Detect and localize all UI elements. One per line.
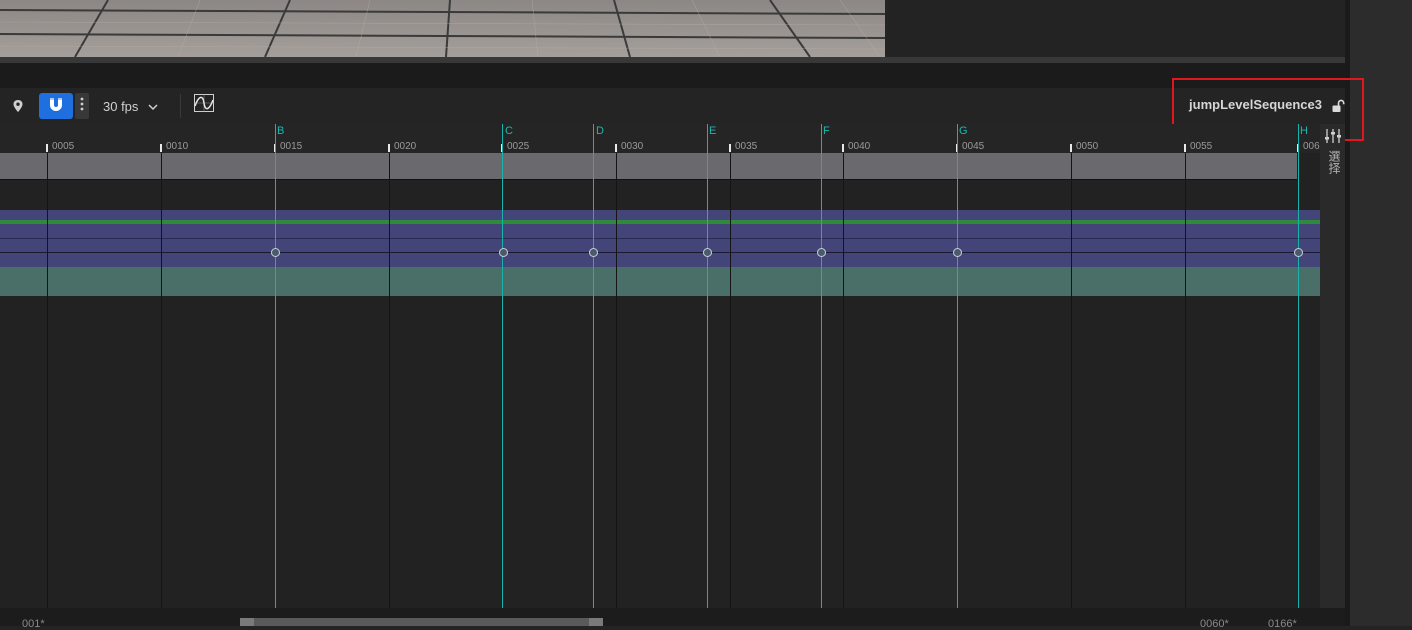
marker-label[interactable]: B: [277, 125, 284, 137]
track-section-location[interactable]: [0, 224, 1320, 239]
tick-label: 006: [1303, 141, 1320, 152]
key-curve-line: [0, 252, 1320, 253]
tick-label: 0040: [848, 141, 871, 152]
scrollbar-right-handle[interactable]: [589, 618, 603, 626]
range-total-label[interactable]: 0166*: [1268, 618, 1297, 630]
track-section-transform[interactable]: [0, 210, 1320, 220]
marker-line[interactable]: [1298, 124, 1299, 608]
grid-line: [843, 153, 844, 608]
tick-label: 0035: [735, 141, 758, 152]
time-ruler[interactable]: 0005 0010 0015 0020 0025 0030 0035 0040 …: [0, 124, 1320, 153]
tick-label: 0045: [962, 141, 985, 152]
marker-label[interactable]: C: [505, 125, 513, 137]
marker-label[interactable]: G: [959, 125, 968, 137]
selection-tab-label[interactable]: 選择: [1326, 150, 1343, 174]
tick-label: 0055: [1190, 141, 1213, 152]
keyframe[interactable]: [1294, 248, 1303, 257]
unlock-icon[interactable]: [1328, 96, 1348, 116]
grid-line: [730, 153, 731, 608]
tick-mark: [1070, 144, 1072, 152]
tick-mark: [1184, 144, 1186, 152]
marker-line[interactable]: [502, 124, 503, 608]
curve-editor-button[interactable]: [193, 93, 215, 117]
tick-mark: [615, 144, 617, 152]
keyframe[interactable]: [953, 248, 962, 257]
view-range-bar: 001* 0060* 0166*: [0, 608, 1345, 630]
track-section-main[interactable]: [0, 153, 1297, 180]
panel-gap: [0, 63, 1345, 88]
marker-line[interactable]: [275, 124, 276, 608]
sequencer-toolbar: 30 fps jumpLevelSequence3: [0, 88, 1345, 124]
track-section-animation[interactable]: [0, 267, 1320, 296]
magnet-icon: [48, 96, 64, 117]
frame-rate-dropdown[interactable]: 30 fps: [98, 93, 162, 119]
toolbar-divider: [180, 94, 181, 118]
tick-label: 0020: [394, 141, 417, 152]
chevron-down-icon: [148, 99, 158, 114]
floor-grid: [0, 0, 885, 57]
details-panel: [1350, 0, 1412, 626]
filter-sliders-icon[interactable]: [1324, 128, 1342, 144]
viewport-preview[interactable]: [0, 0, 885, 57]
marker-label[interactable]: F: [823, 125, 830, 137]
tick-label: 0050: [1076, 141, 1099, 152]
timeline-scrollbar[interactable]: [240, 618, 603, 626]
keyframe[interactable]: [271, 248, 280, 257]
snap-toggle-button[interactable]: [39, 93, 73, 119]
tick-label: 0010: [166, 141, 189, 152]
grid-line: [1071, 153, 1072, 608]
tick-label: 0005: [52, 141, 75, 152]
tick-mark: [729, 144, 731, 152]
marker-line[interactable]: [593, 124, 594, 608]
tick-label: 0015: [280, 141, 303, 152]
tick-mark: [46, 144, 48, 152]
grid-line: [161, 153, 162, 608]
range-end-label[interactable]: 0060*: [1200, 618, 1229, 630]
scrollbar-left-handle[interactable]: [240, 618, 254, 626]
grid-line: [1185, 153, 1186, 608]
tick-mark: [842, 144, 844, 152]
curve-editor-icon: [194, 93, 214, 117]
location-pin-icon[interactable]: [8, 96, 28, 116]
keyframe[interactable]: [703, 248, 712, 257]
tick-mark: [388, 144, 390, 152]
vertical-dots-icon: [80, 97, 84, 116]
tick-label: 0030: [621, 141, 644, 152]
grid-line: [389, 153, 390, 608]
keyframe[interactable]: [817, 248, 826, 257]
marker-label[interactable]: E: [709, 125, 716, 137]
snap-options-button[interactable]: [75, 93, 89, 119]
grid-line: [616, 153, 617, 608]
keyframe[interactable]: [499, 248, 508, 257]
grid-line: [47, 153, 48, 608]
marker-line[interactable]: [707, 124, 708, 608]
sequence-name-label: jumpLevelSequence3: [1189, 97, 1322, 112]
marker-line[interactable]: [821, 124, 822, 608]
keyframe[interactable]: [589, 248, 598, 257]
frame-rate-label: 30 fps: [103, 98, 139, 114]
tick-mark: [160, 144, 162, 152]
range-start-label[interactable]: 001*: [22, 618, 45, 630]
viewport-side-panel: [889, 0, 1345, 57]
timeline-side-strip: 選择: [1320, 124, 1345, 608]
marker-label[interactable]: H: [1300, 125, 1308, 137]
marker-label[interactable]: D: [596, 125, 604, 137]
tick-label: 0025: [507, 141, 530, 152]
marker-line[interactable]: [957, 124, 958, 608]
timeline-area[interactable]: 0005 0010 0015 0020 0025 0030 0035 0040 …: [0, 124, 1320, 608]
track-section-keys[interactable]: [0, 239, 1320, 267]
